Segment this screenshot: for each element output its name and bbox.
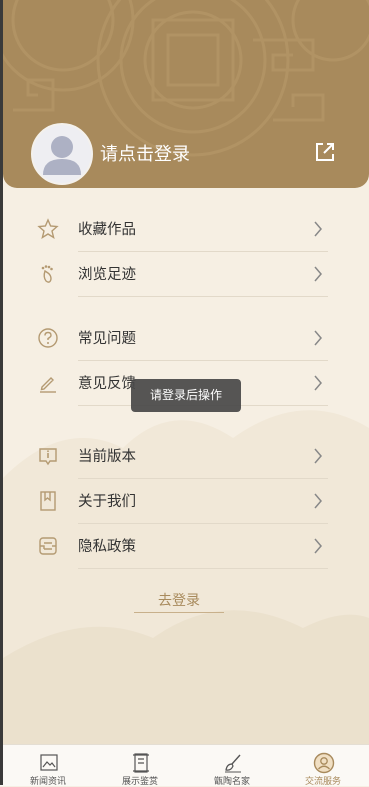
menu-label: 隐私政策 xyxy=(78,539,136,555)
tab-news[interactable]: 新闻资讯 xyxy=(2,745,94,787)
pen-icon xyxy=(40,377,56,393)
footprint-icon xyxy=(41,265,53,283)
default-avatar-icon xyxy=(43,136,81,175)
menu-item-faq[interactable]: 常见问题 xyxy=(3,316,369,360)
window-edge xyxy=(0,0,3,785)
menu-item-history[interactable]: 浏览足迹 xyxy=(3,252,369,296)
tab-label: 甑陶名家 xyxy=(213,777,250,787)
goto-login-button[interactable]: 去登录 xyxy=(134,590,224,613)
divider xyxy=(78,568,328,569)
tab-label: 展示鉴赏 xyxy=(121,777,158,787)
menu-item-privacy[interactable]: 隐私政策 xyxy=(3,524,369,568)
chevron-right-icon xyxy=(314,266,322,282)
avatar[interactable] xyxy=(31,123,93,185)
menu-label: 常见问题 xyxy=(78,331,136,347)
chevron-right-icon xyxy=(314,538,322,554)
tab-exhibition[interactable]: 展示鉴赏 xyxy=(94,745,186,787)
tab-label: 新闻资讯 xyxy=(29,777,66,787)
info-icon xyxy=(39,448,57,466)
chevron-right-icon xyxy=(314,221,322,237)
menu-label: 收藏作品 xyxy=(78,222,136,238)
chevron-right-icon xyxy=(314,493,322,509)
login-prompt[interactable]: 请点击登录 xyxy=(100,140,190,166)
external-link-icon[interactable] xyxy=(314,141,336,163)
chevron-right-icon xyxy=(314,330,322,346)
news-icon xyxy=(40,754,58,771)
scroll-icon xyxy=(133,753,149,773)
document-icon xyxy=(39,537,57,555)
menu-label: 意见反馈 xyxy=(78,376,136,392)
menu-label: 关于我们 xyxy=(78,494,136,510)
tab-service[interactable]: 交流服务 xyxy=(277,745,369,787)
menu-item-version[interactable]: 当前版本 xyxy=(3,434,369,478)
bottom-tab-bar: 新闻资讯 展示鉴赏 甑陶名家 交流服务 xyxy=(0,744,369,787)
star-icon xyxy=(37,218,59,240)
menu-item-favorites[interactable]: 收藏作品 xyxy=(3,207,369,251)
question-icon xyxy=(38,328,58,348)
user-circle-icon xyxy=(313,752,335,774)
toast-message: 请登录后操作 xyxy=(131,379,241,412)
bookmark-icon xyxy=(40,491,56,511)
tab-label: 交流服务 xyxy=(304,777,341,787)
brush-icon xyxy=(225,754,241,773)
menu-item-about[interactable]: 关于我们 xyxy=(3,479,369,523)
menu-content: 收藏作品 浏览足迹 常见问题 意见反馈 当前版本 关于我们 隐私政策 xyxy=(3,188,369,744)
menu-label: 浏览足迹 xyxy=(78,267,136,283)
menu-label: 当前版本 xyxy=(78,449,136,465)
tab-masters[interactable]: 甑陶名家 xyxy=(186,745,278,787)
chevron-right-icon xyxy=(314,375,322,391)
profile-header: 请点击登录 xyxy=(3,0,369,188)
divider xyxy=(78,296,328,297)
chevron-right-icon xyxy=(314,448,322,464)
